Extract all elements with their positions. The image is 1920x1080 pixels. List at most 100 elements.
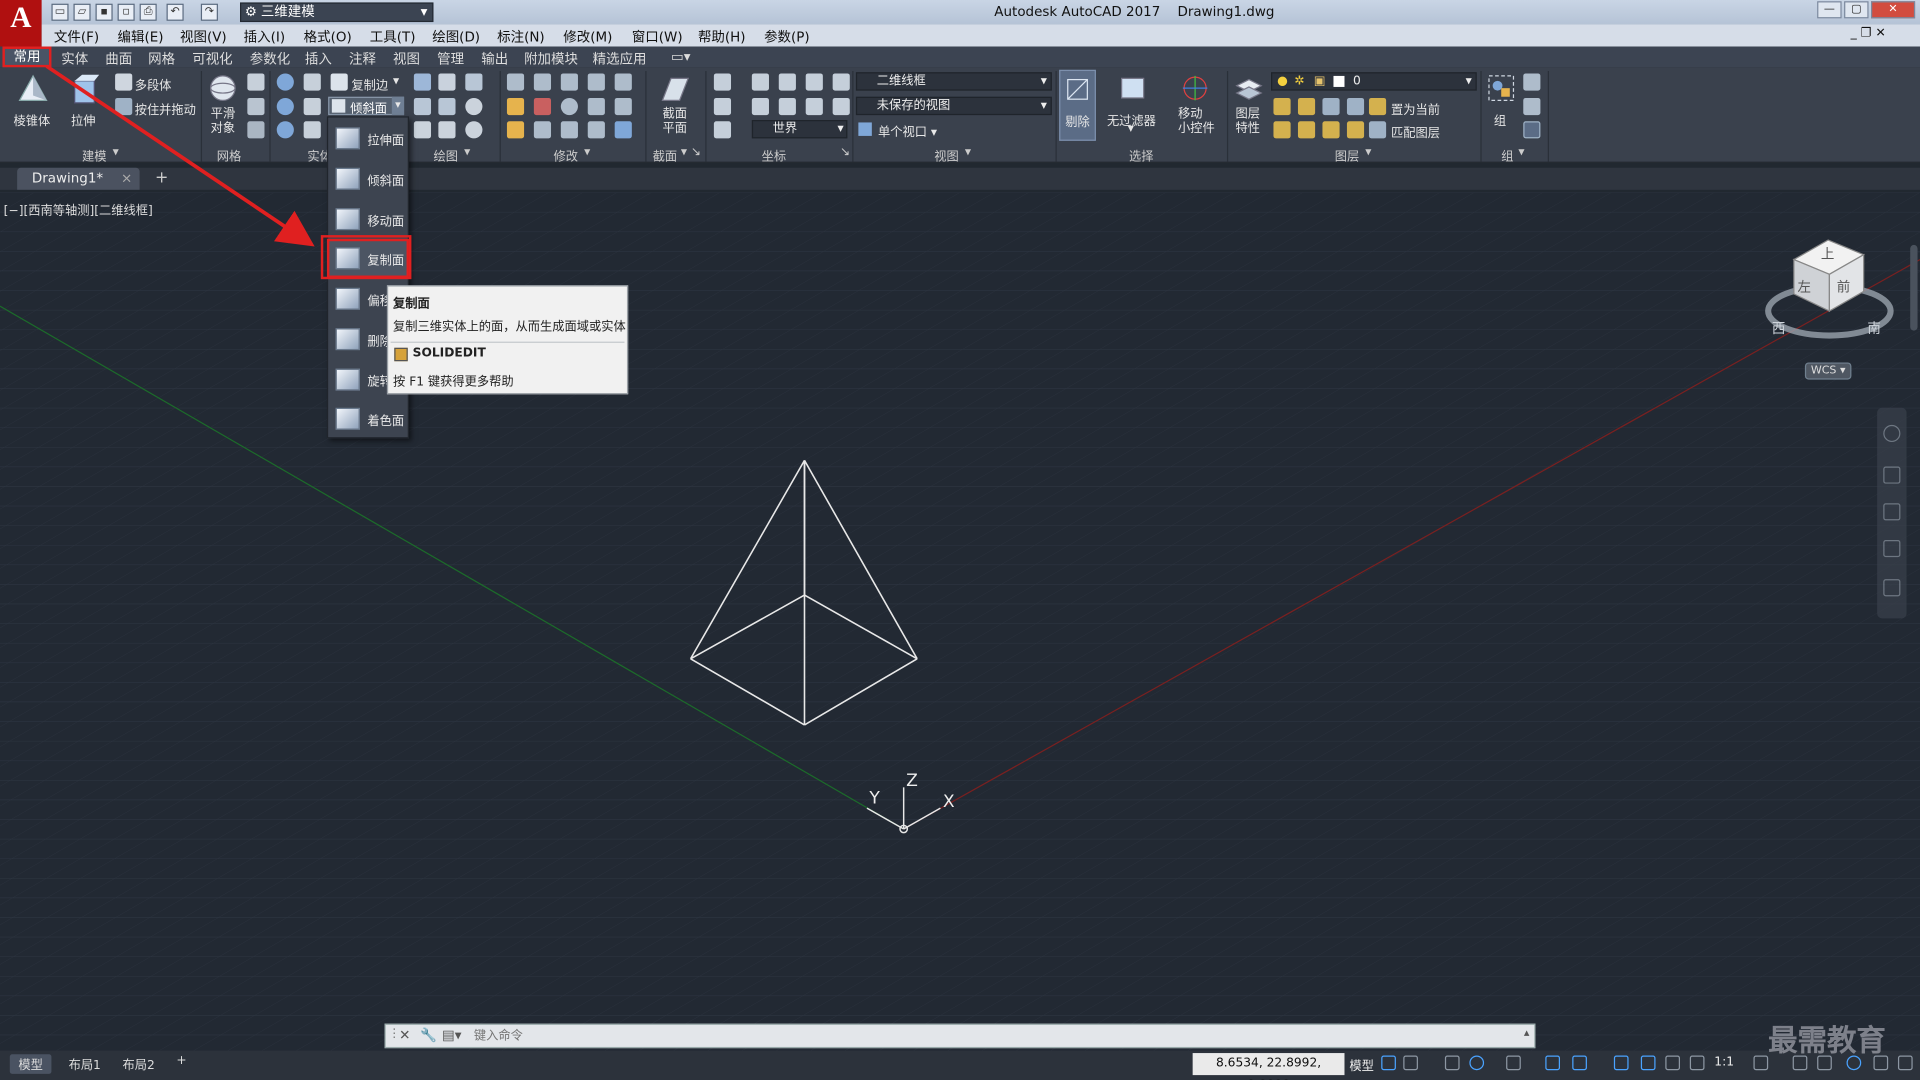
ucs-icon[interactable] bbox=[832, 73, 850, 91]
orbit-icon[interactable] bbox=[1883, 540, 1901, 558]
panel-title-modify[interactable]: 修改 bbox=[553, 146, 577, 164]
tab-addins[interactable]: 附加模块 bbox=[524, 49, 578, 69]
redo-icon[interactable]: ↷ bbox=[200, 3, 218, 21]
object-snap-icon[interactable] bbox=[1572, 1055, 1587, 1071]
modify-tool-icon[interactable] bbox=[506, 121, 525, 139]
dynamic-ucs-icon[interactable] bbox=[1613, 1055, 1629, 1071]
match-layer-label[interactable]: 匹配图层 bbox=[1391, 122, 1440, 140]
tab-annotate[interactable]: 注释 bbox=[349, 49, 376, 69]
visual-style-select[interactable]: 二维线框 ▾ bbox=[855, 72, 1052, 91]
dropdown-item-extrude-faces[interactable]: 拉伸面 bbox=[328, 120, 408, 157]
dropdown-item-move-faces[interactable]: 移动面 bbox=[328, 201, 408, 238]
object-snap-tracking-icon[interactable] bbox=[1545, 1055, 1561, 1071]
modify-tool-icon[interactable] bbox=[560, 97, 578, 116]
modify-tool-icon[interactable] bbox=[587, 121, 605, 139]
auto-scale-icon[interactable] bbox=[1665, 1055, 1681, 1071]
circle-icon[interactable] bbox=[465, 97, 483, 116]
wrench-icon[interactable]: 🔧 bbox=[420, 1027, 437, 1043]
move-gizmo-label[interactable]: 移动 小控件 bbox=[1178, 108, 1215, 137]
layer-tool-icon[interactable] bbox=[1322, 121, 1340, 139]
ucs-icon[interactable] bbox=[751, 97, 769, 116]
ucs-icon[interactable] bbox=[805, 73, 823, 91]
minimize-button[interactable]: — bbox=[1817, 1, 1842, 19]
doc-minimize-icon[interactable]: _ ❐ ✕ bbox=[1851, 27, 1886, 40]
gear-icon[interactable] bbox=[1753, 1055, 1769, 1071]
line-icon[interactable] bbox=[438, 97, 456, 116]
group-icon[interactable] bbox=[1487, 73, 1516, 102]
modify-tool-icon[interactable] bbox=[506, 73, 525, 91]
move-gizmo-icon[interactable] bbox=[1179, 73, 1211, 102]
undo-icon[interactable]: ↶ bbox=[166, 3, 184, 21]
chevron-down-icon[interactable]: ▾ bbox=[1365, 146, 1371, 159]
polyline-icon[interactable] bbox=[413, 73, 432, 91]
maximize-button[interactable]: ▢ bbox=[1844, 1, 1869, 19]
chevron-up-icon[interactable]: ▴ bbox=[1524, 1027, 1530, 1039]
tab-output[interactable]: 输出 bbox=[481, 49, 508, 69]
ucs-icon[interactable] bbox=[713, 73, 732, 91]
layer-tool-icon[interactable] bbox=[1297, 97, 1316, 116]
menu-draw[interactable]: 绘图(D) bbox=[432, 27, 480, 47]
modify-tool-icon[interactable] bbox=[533, 97, 552, 116]
modify-tool-icon[interactable] bbox=[533, 121, 552, 139]
menu-tools[interactable]: 工具(T) bbox=[370, 27, 416, 47]
ribbon-options-icon[interactable]: ▭▾ bbox=[671, 49, 690, 65]
tab-featured-apps[interactable]: 精选应用 bbox=[593, 49, 647, 69]
ortho-mode-icon[interactable] bbox=[1444, 1055, 1460, 1071]
tab-model[interactable]: 模型 bbox=[9, 1054, 52, 1074]
chevron-down-icon[interactable]: ▾ bbox=[464, 146, 470, 159]
compass-south-label[interactable]: 南 bbox=[1867, 318, 1880, 338]
panel-title-coordinates[interactable]: 坐标 bbox=[762, 146, 786, 164]
pan-icon[interactable] bbox=[1883, 466, 1901, 484]
group-label[interactable]: 组 bbox=[1494, 110, 1506, 128]
arc-icon[interactable] bbox=[465, 73, 483, 91]
menu-window[interactable]: 窗口(W) bbox=[632, 27, 683, 47]
section-plane-icon[interactable] bbox=[659, 73, 691, 105]
chevron-down-icon[interactable]: ▾ bbox=[1518, 146, 1524, 159]
panel-title-selection[interactable]: 选择 bbox=[1129, 146, 1153, 164]
tab-view[interactable]: 视图 bbox=[393, 49, 420, 69]
coordinate-readout[interactable]: 8.6534, 22.8992, 0.0000 bbox=[1192, 1053, 1345, 1080]
menu-insert[interactable]: 插入(I) bbox=[244, 27, 285, 47]
spline-icon[interactable] bbox=[413, 97, 432, 116]
wcs-menu[interactable]: WCS ▾ bbox=[1804, 362, 1852, 380]
panel-title-section[interactable]: 截面 bbox=[653, 146, 677, 164]
compass-west-label[interactable]: 西 bbox=[1772, 318, 1785, 338]
app-logo[interactable]: A bbox=[0, 0, 42, 47]
print-icon[interactable]: ⎙ bbox=[139, 3, 157, 21]
steering-wheel-icon[interactable] bbox=[1883, 424, 1901, 443]
layer-tool-icon[interactable] bbox=[1273, 97, 1291, 116]
save-as-icon[interactable]: ▫ bbox=[117, 3, 135, 21]
chevron-down-icon[interactable]: ▾ bbox=[1128, 122, 1134, 135]
open-file-icon[interactable]: ▱ bbox=[73, 3, 91, 21]
snap-mode-icon[interactable] bbox=[1403, 1055, 1418, 1071]
tab-manage[interactable]: 管理 bbox=[437, 49, 464, 69]
save-icon[interactable]: ▪ bbox=[95, 3, 113, 21]
menu-dimension[interactable]: 标注(N) bbox=[497, 27, 545, 47]
rectangle-icon[interactable] bbox=[438, 121, 456, 139]
model-space-toggle[interactable]: 模型 bbox=[1349, 1056, 1373, 1073]
copy-edges-label[interactable]: 复制边 bbox=[351, 75, 388, 93]
zoom-icon[interactable] bbox=[1883, 503, 1901, 521]
chevron-down-icon[interactable]: ▾ bbox=[393, 75, 399, 88]
group-tool-icon[interactable] bbox=[1523, 97, 1541, 116]
layer-properties-icon[interactable] bbox=[1233, 73, 1265, 105]
new-file-icon[interactable]: ▭ bbox=[51, 3, 69, 21]
ucs-icon[interactable] bbox=[805, 97, 823, 116]
modify-tool-icon[interactable] bbox=[506, 97, 525, 116]
polar-tracking-icon[interactable] bbox=[1469, 1055, 1485, 1071]
menu-parametric[interactable]: 参数(P) bbox=[764, 27, 810, 47]
showmotion-icon[interactable] bbox=[1883, 579, 1901, 597]
layer-tool-icon[interactable] bbox=[1346, 97, 1365, 116]
annotation-visibility-icon[interactable] bbox=[1640, 1055, 1656, 1071]
set-current-label[interactable]: 置为当前 bbox=[1391, 99, 1440, 117]
layer-tool-icon[interactable] bbox=[1297, 121, 1316, 139]
annotation-scale-value[interactable]: 1:1 bbox=[1714, 1056, 1734, 1069]
group-tool-icon[interactable] bbox=[1523, 73, 1541, 91]
ucs-icon[interactable] bbox=[751, 73, 769, 91]
modify-tool-icon[interactable] bbox=[560, 73, 578, 91]
menu-edit[interactable]: 编辑(E) bbox=[118, 27, 164, 47]
add-layout-button[interactable]: + bbox=[176, 1054, 186, 1067]
chevron-down-icon[interactable]: ▾ ↘ bbox=[681, 146, 701, 159]
ucs-world-select[interactable]: 世界 ▾ bbox=[751, 120, 848, 139]
layer-select[interactable]: ● ✲ ▣ 0 ▾ bbox=[1271, 72, 1477, 91]
